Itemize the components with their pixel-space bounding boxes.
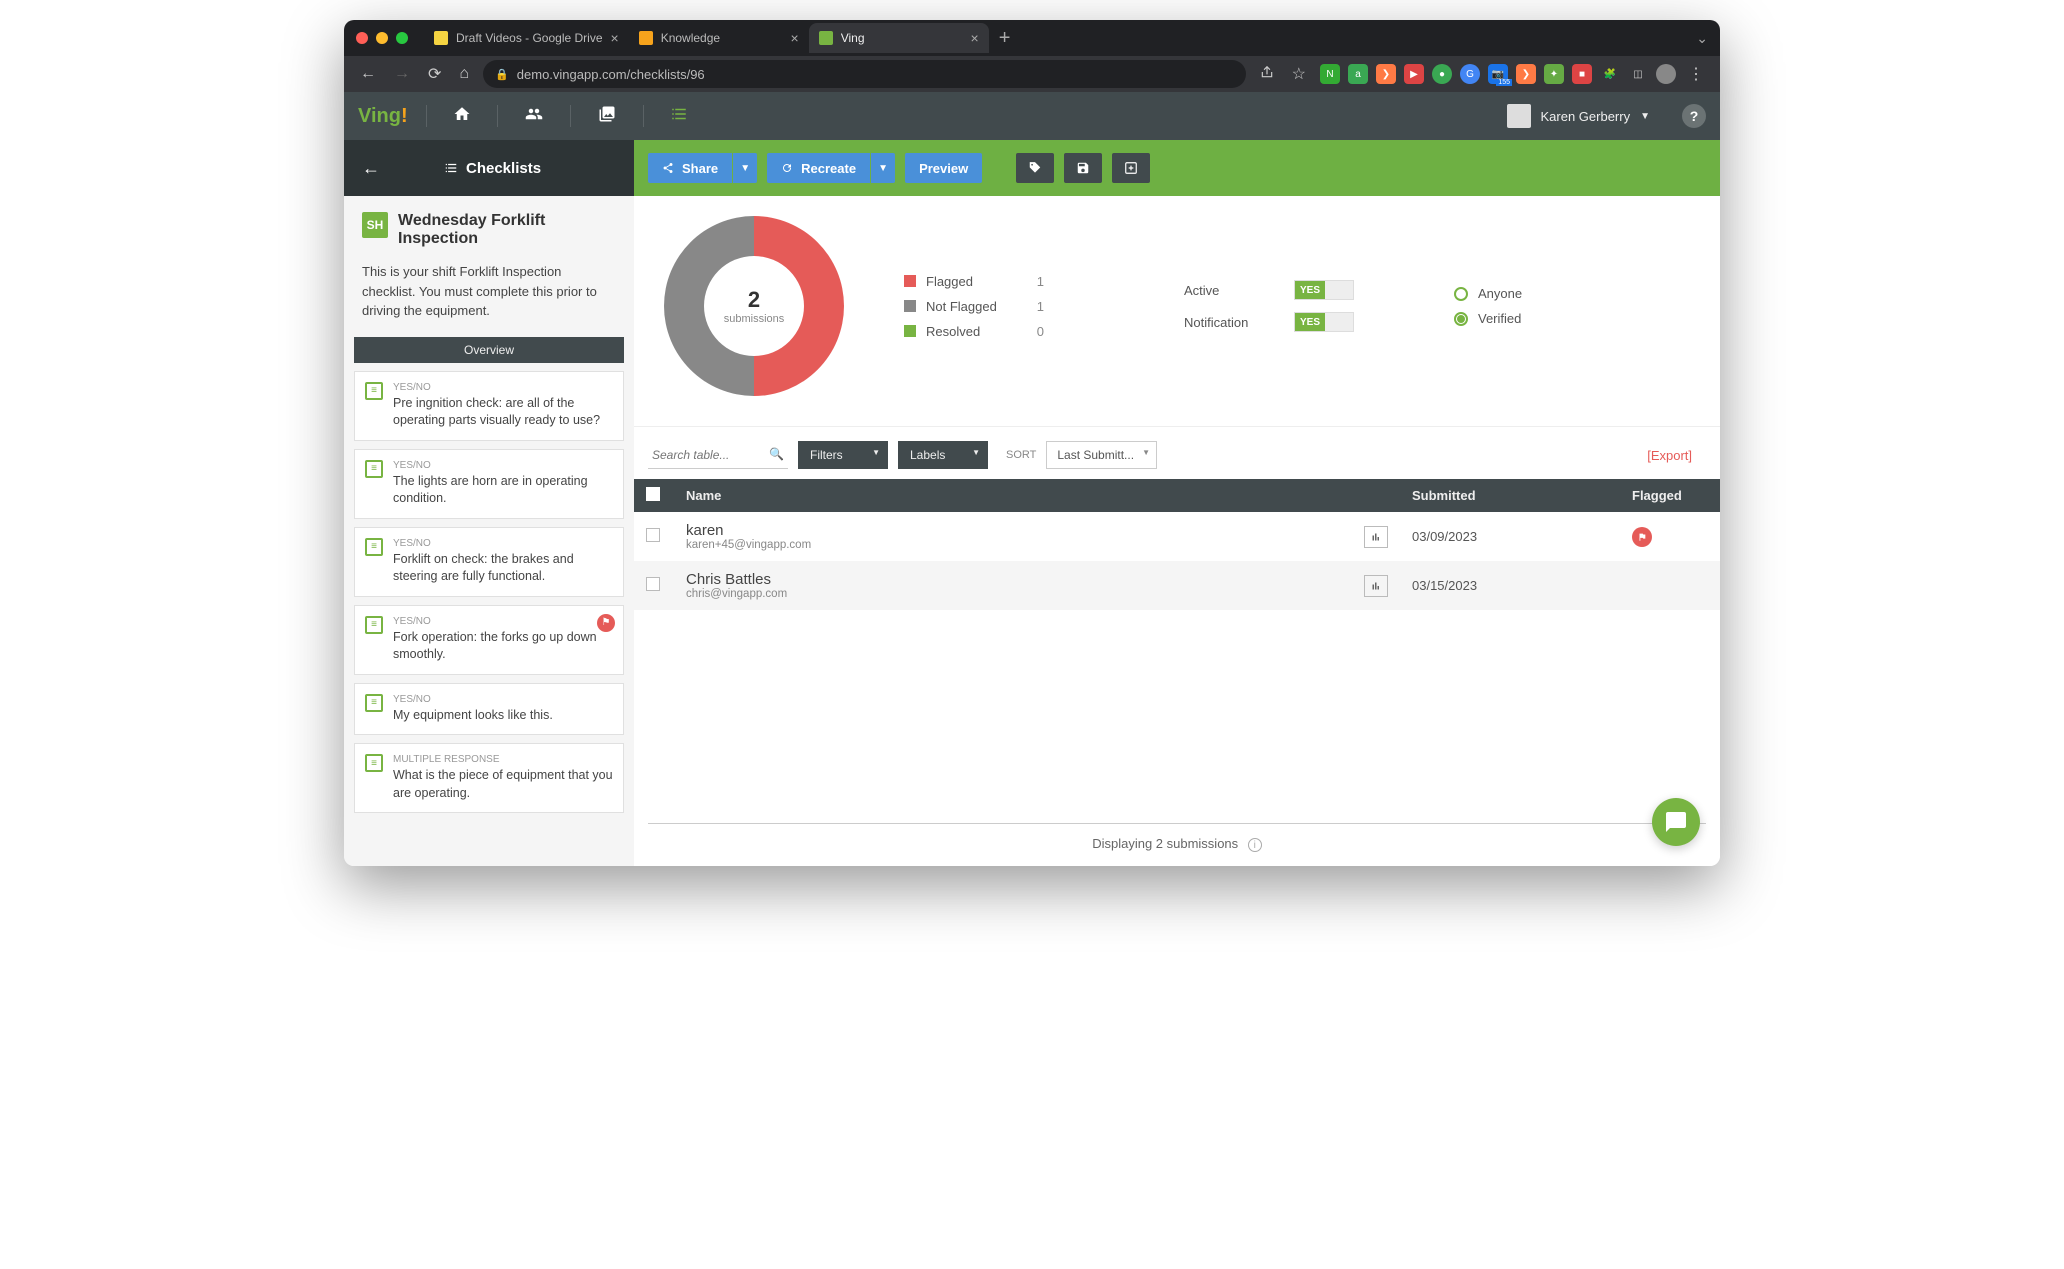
recreate-dropdown[interactable]: ▼ [871,153,895,183]
browser-tab[interactable]: Knowledge × [629,23,809,53]
row-checkbox[interactable] [646,528,660,542]
legend-row: Resolved0 [904,324,1044,339]
share-dropdown[interactable]: ▼ [733,153,757,183]
profile-avatar[interactable] [1656,64,1676,84]
submissions-donut-chart: 2 submissions [664,216,844,396]
address-bar[interactable]: 🔒 demo.vingapp.com/checklists/96 [483,60,1246,88]
table-row[interactable]: karenkaren+45@vingapp.com 03/09/2023 [634,512,1720,561]
share-button[interactable]: Share ▼ [648,153,757,183]
extension-icon[interactable]: N [1320,64,1340,84]
question-type-icon [365,382,383,400]
filters-dropdown[interactable]: Filters [798,441,888,469]
active-toggle[interactable]: YES [1294,280,1354,300]
chevron-down-icon: ▼ [1640,111,1650,122]
sort-dropdown[interactable]: Last Submitt... [1046,441,1157,469]
question-type-icon [365,616,383,634]
question-type-icon [365,694,383,712]
row-checkbox[interactable] [646,577,660,591]
reload-button[interactable]: ⟳ [424,60,445,88]
overview-header: Overview [354,337,624,363]
forward-button[interactable]: → [390,61,414,87]
panel-icon[interactable]: ◫ [1628,64,1648,84]
select-all-checkbox[interactable] [646,487,660,501]
search-icon: 🔍 [769,447,784,461]
flag-icon [1632,527,1652,547]
add-button[interactable] [1112,153,1150,183]
notification-label: Notification [1184,315,1264,330]
checklist-badge: SH [362,212,388,238]
notification-toggle[interactable]: YES [1294,312,1354,332]
legend-row: Flagged1 [904,274,1044,289]
radio-anyone[interactable]: Anyone [1454,286,1522,301]
new-tab-button[interactable]: + [989,27,1021,50]
chart-icon[interactable] [1364,575,1388,597]
close-icon[interactable]: × [611,30,619,46]
col-submitted: Submitted [1400,479,1620,512]
checklist-title: Wednesday Forklift Inspection [398,212,616,248]
tag-button[interactable] [1016,153,1054,183]
chat-fab[interactable] [1652,798,1700,846]
info-icon[interactable]: i [1248,838,1262,852]
avatar [1507,104,1531,128]
question-card[interactable]: MULTIPLE RESPONSE What is the piece of e… [354,743,624,813]
back-arrow[interactable]: ← [362,158,380,179]
share-icon[interactable] [1256,61,1278,88]
question-type-icon [365,460,383,478]
question-card[interactable]: YES/NO My equipment looks like this. [354,683,624,736]
extension-icon[interactable]: ❯ [1376,64,1396,84]
labels-dropdown[interactable]: Labels [898,441,988,469]
back-button[interactable]: ← [356,61,380,87]
radio-verified[interactable]: Verified [1454,311,1522,326]
extension-icon[interactable]: G [1460,64,1480,84]
question-type-icon [365,538,383,556]
question-type-icon [365,754,383,772]
export-link[interactable]: [Export] [1647,448,1706,463]
extension-icon[interactable]: ● [1432,64,1452,84]
window-controls[interactable] [356,32,408,44]
menu-icon[interactable]: ⋮ [1684,60,1708,88]
logo[interactable]: Ving! [358,105,408,128]
close-icon[interactable]: × [791,30,799,46]
sidebar-title: Checklists [444,160,541,177]
close-icon[interactable]: × [971,30,979,46]
url-text: demo.vingapp.com/checklists/96 [517,67,705,82]
save-button[interactable] [1064,153,1102,183]
preview-button[interactable]: Preview [905,153,982,183]
search-input[interactable] [648,441,788,469]
chevron-down-icon[interactable]: ⌄ [1696,30,1708,47]
gallery-icon[interactable] [589,101,625,132]
browser-tab[interactable]: Draft Videos - Google Drive × [424,23,629,53]
active-label: Active [1184,283,1264,298]
extension-icon[interactable]: a [1348,64,1368,84]
browser-tab-active[interactable]: Ving × [809,23,989,53]
question-card[interactable]: YES/NO Pre ingnition check: are all of t… [354,371,624,441]
table-footer-text: Displaying 2 submissions [1092,836,1238,851]
table-row[interactable]: Chris Battleschris@vingapp.com 03/15/202… [634,561,1720,610]
star-icon[interactable]: ☆ [1288,60,1310,88]
question-card[interactable]: YES/NO Forklift on check: the brakes and… [354,527,624,597]
col-flagged: Flagged [1620,479,1720,512]
sort-label: SORT [1006,449,1036,461]
help-button[interactable]: ? [1682,104,1706,128]
extension-icon[interactable]: ❯ [1516,64,1536,84]
extension-icon[interactable]: 📷 [1488,64,1508,84]
checklist-description: This is your shift Forklift Inspection c… [344,258,634,337]
user-menu[interactable]: Karen Gerberry ▼ [1507,104,1651,128]
question-card[interactable]: YES/NO Fork operation: the forks go up d… [354,605,624,675]
question-card[interactable]: YES/NO The lights are horn are in operat… [354,449,624,519]
recreate-button[interactable]: Recreate ▼ [767,153,895,183]
legend-row: Not Flagged1 [904,299,1044,314]
lock-icon: 🔒 [495,68,509,81]
checklist-icon[interactable] [662,101,696,132]
flag-icon: ⚑ [597,614,615,632]
extensions-icon[interactable]: 🧩 [1600,64,1620,84]
people-icon[interactable] [516,101,552,132]
extension-icon[interactable]: ▶ [1404,64,1424,84]
extension-icon[interactable]: ✦ [1544,64,1564,84]
col-name: Name [674,479,1340,512]
home-button[interactable]: ⌂ [455,61,473,87]
extension-icon[interactable]: ■ [1572,64,1592,84]
chart-icon[interactable] [1364,526,1388,548]
home-icon[interactable] [445,101,479,132]
